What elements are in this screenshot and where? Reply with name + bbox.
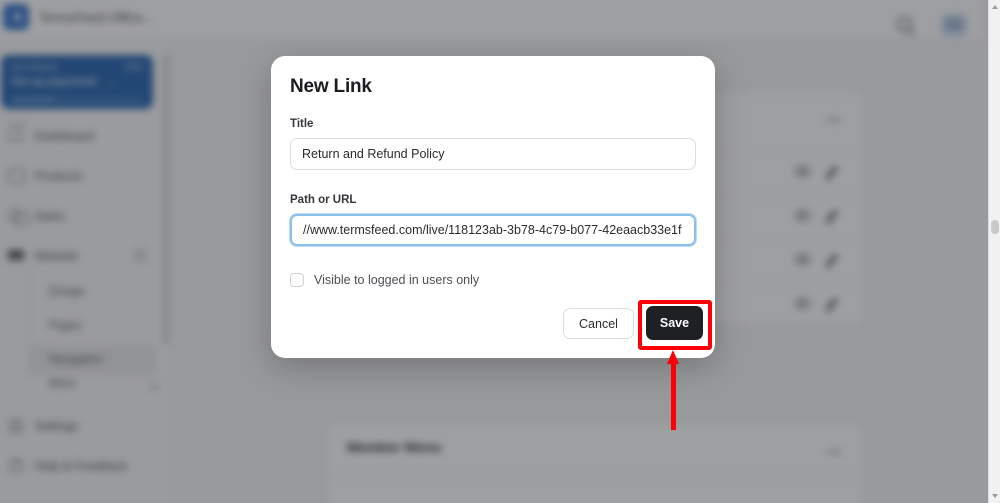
save-button[interactable]: Save <box>646 306 703 340</box>
visible-logged-in-checkbox[interactable] <box>290 273 304 287</box>
browser-scrollbar[interactable] <box>988 0 1000 503</box>
title-field-label: Title <box>290 118 314 130</box>
scroll-down-arrow-icon[interactable] <box>992 494 998 498</box>
scroll-up-arrow-icon[interactable] <box>992 5 998 9</box>
visible-logged-in-label: Visible to logged in users only <box>314 273 480 287</box>
title-input[interactable] <box>290 138 696 170</box>
scrollbar-thumb[interactable] <box>991 220 999 234</box>
modal-title: New Link <box>290 76 372 97</box>
path-or-url-input[interactable] <box>290 214 696 246</box>
new-link-modal: New Link Title Path or URL Visible to lo… <box>271 56 715 358</box>
visible-logged-in-row[interactable]: Visible to logged in users only <box>290 273 479 287</box>
url-field-label: Path or URL <box>290 194 357 206</box>
cancel-button[interactable]: Cancel <box>563 308 634 339</box>
screenshot-root: TermsFeed Office... TS Get Started 33% S… <box>0 0 1000 503</box>
